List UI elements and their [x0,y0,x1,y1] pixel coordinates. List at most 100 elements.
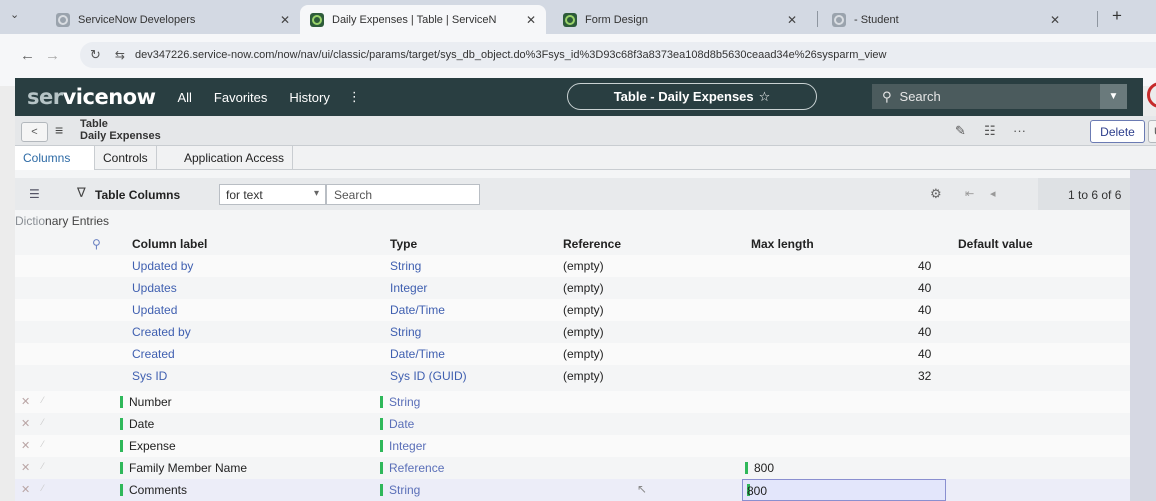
servicenow-header: servicenow All Favorites History ⋮ Table… [15,78,1156,116]
edit-row-icon[interactable]: ⁄ [42,417,44,427]
tab-list-chevron-down-icon[interactable]: ⌄ [10,8,19,21]
cell-type[interactable]: String [390,325,421,339]
cell-label[interactable]: Created [132,347,175,361]
table-row[interactable]: Updated by String (empty) 40 [15,255,1130,277]
max-length-edit-field[interactable]: 800 [742,479,946,501]
column-search-icon[interactable]: ⚲ [92,237,101,251]
cell-reference: (empty) [563,325,604,339]
table-row-new[interactable]: ✕ ⁄ Comments String 800 [15,479,1130,501]
cell-type[interactable]: Sys ID (GUID) [390,369,467,383]
new-tab-plus-icon[interactable]: + [1112,6,1122,26]
cell-type[interactable]: Integer [390,281,427,295]
browser-tab-student[interactable]: - Student ✕ [822,5,1070,34]
tab-application-access[interactable]: Application Access [176,146,294,170]
search-scope-dropdown[interactable]: ▼ [1100,84,1127,109]
edit-row-icon[interactable]: ⁄ [42,395,44,405]
remove-row-close-icon[interactable]: ✕ [21,439,30,452]
edit-row-icon[interactable]: ⁄ [42,439,44,449]
table-row-new[interactable]: ✕ ⁄ Family Member Name Reference 800 [15,457,1130,479]
reload-icon[interactable]: ↻ [90,47,101,63]
cell-label[interactable]: Created by [132,325,191,339]
settings-sliders-icon[interactable]: ☷ [984,123,996,139]
context-pill[interactable]: Table - Daily Expenses ☆ [567,83,817,110]
remove-row-close-icon[interactable]: ✕ [21,461,30,474]
global-search-input[interactable]: ⚲ Search [872,84,1100,109]
back-button[interactable]: < [21,122,48,142]
back-icon[interactable]: ← [20,47,35,64]
edit-row-icon[interactable]: ⁄ [42,483,44,493]
servicenow-logo[interactable]: servicenow [27,85,156,109]
remove-row-close-icon[interactable]: ✕ [21,417,30,430]
table-row[interactable]: Created Date/Time (empty) 40 [15,343,1130,365]
cell-type[interactable]: Date/Time [390,347,445,361]
list-hamburger-icon[interactable]: ☰ [29,187,40,201]
search-field-select[interactable]: for text ▾ [219,184,326,205]
cell-label[interactable]: Date [120,417,154,431]
first-page-icon[interactable]: ⇤ [965,187,974,200]
table-row[interactable]: Created by String (empty) 40 [15,321,1130,343]
cell-label[interactable]: Expense [120,439,176,453]
table-row[interactable]: Sys ID Sys ID (GUID) (empty) 32 [15,365,1130,387]
table-row-new[interactable]: ✕ ⁄ Expense Integer [15,435,1130,457]
cell-label[interactable]: Updated by [132,259,193,273]
menu-history[interactable]: History [289,90,329,105]
column-header-type[interactable]: Type [390,237,417,251]
delete-button[interactable]: Delete [1090,120,1145,143]
menu-favorites[interactable]: Favorites [214,90,267,105]
table-row-new[interactable]: ✕ ⁄ Date Date [15,413,1130,435]
previous-page-icon[interactable]: ◂ [990,187,996,200]
cell-max-length[interactable]: 800 [745,461,774,475]
cell-type[interactable]: Date [380,417,414,431]
forward-icon[interactable]: → [45,47,60,64]
tab-favicon-icon [563,12,577,27]
close-icon[interactable]: ✕ [526,13,536,27]
more-menu-icon[interactable]: ⋮ [348,89,361,105]
browser-tab-bar: ⌄ ServiceNow Developers ✕ Daily Expenses… [0,0,1156,34]
more-icon[interactable]: ··· [1013,123,1026,138]
edit-row-icon[interactable]: ⁄ [42,461,44,471]
table-row[interactable]: Updates Integer (empty) 40 [15,277,1130,299]
remove-row-close-icon[interactable]: ✕ [21,483,30,496]
close-icon[interactable]: ✕ [787,13,797,27]
remove-row-close-icon[interactable]: ✕ [21,395,30,408]
cell-type[interactable]: Reference [380,461,444,475]
filter-icon[interactable]: ∇ [77,185,86,201]
gear-icon[interactable]: ⚙ [930,186,942,202]
column-header-label[interactable]: Column label [132,237,207,251]
browser-tab-developers[interactable]: ServiceNow Developers ✕ [46,5,300,34]
url-field[interactable]: ↻ ⇆ dev347226.service-now.com/now/nav/ui… [80,42,1156,68]
tune-icon[interactable]: ⇆ [115,48,125,62]
hamburger-icon[interactable]: ≡ [55,122,63,138]
cell-label[interactable]: Updated [132,303,177,317]
related-list-area: ☰ ∇ Table Columns for text ▾ Search ⚙ ⇤ … [15,170,1138,501]
record-type: Table [80,118,108,130]
cell-type[interactable]: Date/Time [390,303,445,317]
star-icon[interactable]: ☆ [759,89,771,105]
cell-label[interactable]: Sys ID [132,369,167,383]
tab-columns[interactable]: Columns [15,146,95,170]
close-icon[interactable]: ✕ [1050,13,1060,27]
cell-type[interactable]: String [380,483,420,497]
column-header-default-value[interactable]: Default value [958,237,1033,251]
table-row[interactable]: Updated Date/Time (empty) 40 [15,299,1130,321]
cell-type[interactable]: String [380,395,420,409]
list-search-input[interactable]: Search [326,184,480,205]
cell-type[interactable]: Integer [380,439,426,453]
cell-label[interactable]: Updates [132,281,177,295]
paperclip-icon[interactable]: ✎ [955,123,966,139]
column-header-max-length[interactable]: Max length [751,237,814,251]
table-row-new[interactable]: ✕ ⁄ Number String [15,391,1130,413]
menu-all[interactable]: All [177,90,191,105]
cell-label[interactable]: Number [120,395,172,409]
form-header: < ≡ Table Daily Expenses ✎ ☷ ··· Delete … [15,116,1156,146]
cell-type[interactable]: String [390,259,421,273]
cell-label[interactable]: Comments [120,483,187,497]
browser-tab-daily-expenses[interactable]: Daily Expenses | Table | ServiceN ✕ [300,5,546,34]
cell-label[interactable]: Family Member Name [120,461,247,475]
tab-controls[interactable]: Controls [95,146,157,170]
update-button[interactable]: U [1148,120,1156,143]
browser-tab-form-design[interactable]: Form Design ✕ [553,5,807,34]
column-header-reference[interactable]: Reference [563,237,621,251]
close-icon[interactable]: ✕ [280,13,290,27]
cell-max-length: 40 [918,347,932,361]
